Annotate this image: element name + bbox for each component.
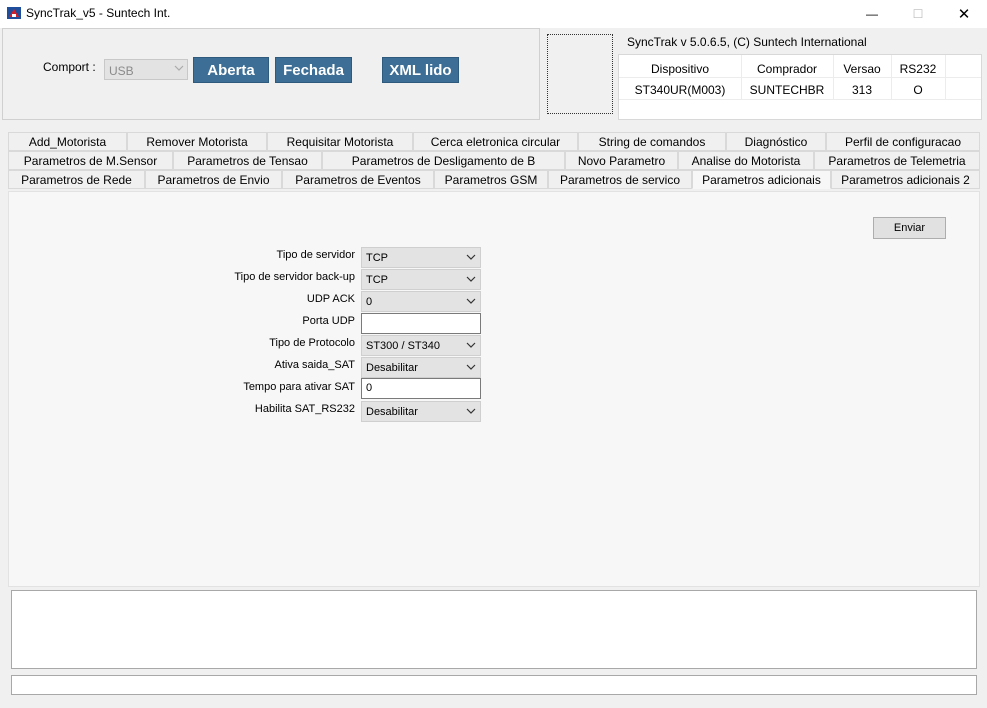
select-value: Desabilitar xyxy=(366,406,418,418)
tab-diagnostico[interactable]: Diagnóstico xyxy=(726,132,826,151)
tab-requisitar-motorista[interactable]: Requisitar Motorista xyxy=(267,132,413,151)
chevron-down-icon xyxy=(466,364,476,370)
tab-analise-motorista[interactable]: Analise do Motorista xyxy=(678,151,814,170)
status-bar xyxy=(11,675,977,695)
tab-adicionais[interactable]: Parametros adicionais xyxy=(692,170,831,189)
field-label: UDP ACK xyxy=(306,293,355,305)
field-label: Tempo para ativar SAT xyxy=(243,381,355,393)
table-header: Comprador xyxy=(756,62,818,76)
protocol-type-select[interactable]: ST300 / ST340 xyxy=(361,335,481,356)
maximize-button[interactable]: ☐ xyxy=(895,0,941,28)
table-cell: O xyxy=(913,83,923,97)
comport-value: USB xyxy=(109,64,134,78)
tab-gsm[interactable]: Parametros GSM xyxy=(434,170,548,189)
tab-add-motorista[interactable]: Add_Motorista xyxy=(8,132,127,151)
chevron-down-icon xyxy=(466,254,476,260)
app-icon xyxy=(7,7,21,19)
tab-eventos[interactable]: Parametros de Eventos xyxy=(282,170,434,189)
sat-rs232-select[interactable]: Desabilitar xyxy=(361,401,481,422)
select-value: ST300 / ST340 xyxy=(366,340,440,352)
server-type-select[interactable]: TCP xyxy=(361,247,481,268)
udp-port-input[interactable] xyxy=(361,313,481,334)
table-cell: SUNTECHBR xyxy=(749,83,825,97)
tab-perfil-configuracao[interactable]: Perfil de configuracao xyxy=(826,132,980,151)
tab-telemetria[interactable]: Parametros de Telemetria xyxy=(814,151,980,170)
chevron-down-icon xyxy=(174,65,184,71)
field-label: Tipo de servidor xyxy=(276,249,355,261)
comport-label: Comport : xyxy=(43,60,96,74)
close-button[interactable]: ✕ xyxy=(941,0,987,28)
chevron-down-icon xyxy=(466,276,476,282)
chevron-down-icon xyxy=(466,408,476,414)
tab-tensao[interactable]: Parametros de Tensao xyxy=(173,151,322,170)
select-value: 0 xyxy=(366,296,373,308)
tab-strip: Add_Motorista Remover Motorista Requisit… xyxy=(8,132,980,192)
xml-read-button[interactable]: XML lido xyxy=(382,57,459,83)
chevron-down-icon xyxy=(466,298,476,304)
tab-m-sensor[interactable]: Parametros de M.Sensor xyxy=(8,151,173,170)
table-cell: ST340UR(M003) xyxy=(634,83,726,97)
close-icon: ✕ xyxy=(957,6,971,23)
select-value: TCP xyxy=(366,252,388,264)
select-value: TCP xyxy=(366,274,388,286)
udp-ack-select[interactable]: 0 xyxy=(361,291,481,312)
maximize-icon: ☐ xyxy=(912,7,924,21)
send-button[interactable]: Enviar xyxy=(873,217,946,239)
field-label: Tipo de servidor back-up xyxy=(234,271,355,283)
table-cell: 313 xyxy=(851,83,873,97)
tab-remover-motorista[interactable]: Remover Motorista xyxy=(127,132,267,151)
field-label: Ativa saida_SAT xyxy=(274,359,355,371)
open-port-button[interactable]: Aberta xyxy=(193,57,269,83)
tab-novo-parametro[interactable]: Novo Parametro xyxy=(565,151,678,170)
tab-adicionais-2[interactable]: Parametros adicionais 2 xyxy=(831,170,980,189)
minimize-button[interactable]: — xyxy=(849,0,895,28)
version-label: SyncTrak v 5.0.6.5, (C) Suntech Internat… xyxy=(627,35,867,49)
select-value: Desabilitar xyxy=(366,362,418,374)
table-header: Versao xyxy=(843,62,881,76)
minimize-icon: — xyxy=(866,7,878,21)
image-placeholder xyxy=(547,34,613,114)
tab-cerca-eletronica[interactable]: Cerca eletronica circular xyxy=(413,132,578,151)
table-header: Dispositivo xyxy=(650,62,710,76)
device-info-table: Dispositivo Comprador Versao RS232 ST340… xyxy=(618,54,982,120)
tab-envio[interactable]: Parametros de Envio xyxy=(145,170,282,189)
tab-desligamento[interactable]: Parametros de Desligamento de B xyxy=(322,151,565,170)
tab-servico[interactable]: Parametros de servico xyxy=(548,170,692,189)
chevron-down-icon xyxy=(466,342,476,348)
window-title: SyncTrak_v5 - Suntech Int. xyxy=(26,6,171,20)
close-port-button[interactable]: Fechada xyxy=(275,57,352,83)
sat-time-input[interactable]: 0 xyxy=(361,378,481,399)
comport-select[interactable]: USB xyxy=(104,59,188,80)
connection-panel xyxy=(2,28,540,120)
log-output-box[interactable] xyxy=(11,590,977,669)
backup-server-type-select[interactable]: TCP xyxy=(361,269,481,290)
field-label: Tipo de Protocolo xyxy=(269,337,355,349)
field-label: Porta UDP xyxy=(302,315,355,327)
tab-string-comandos[interactable]: String de comandos xyxy=(578,132,726,151)
field-label: Habilita SAT_RS232 xyxy=(254,403,355,415)
sat-output-select[interactable]: Desabilitar xyxy=(361,357,481,378)
tab-content-panel xyxy=(8,191,980,587)
title-bar: SyncTrak_v5 - Suntech Int. — ☐ ✕ xyxy=(0,0,987,28)
table-header: RS232 xyxy=(899,62,937,76)
tab-rede[interactable]: Parametros de Rede xyxy=(8,170,145,189)
